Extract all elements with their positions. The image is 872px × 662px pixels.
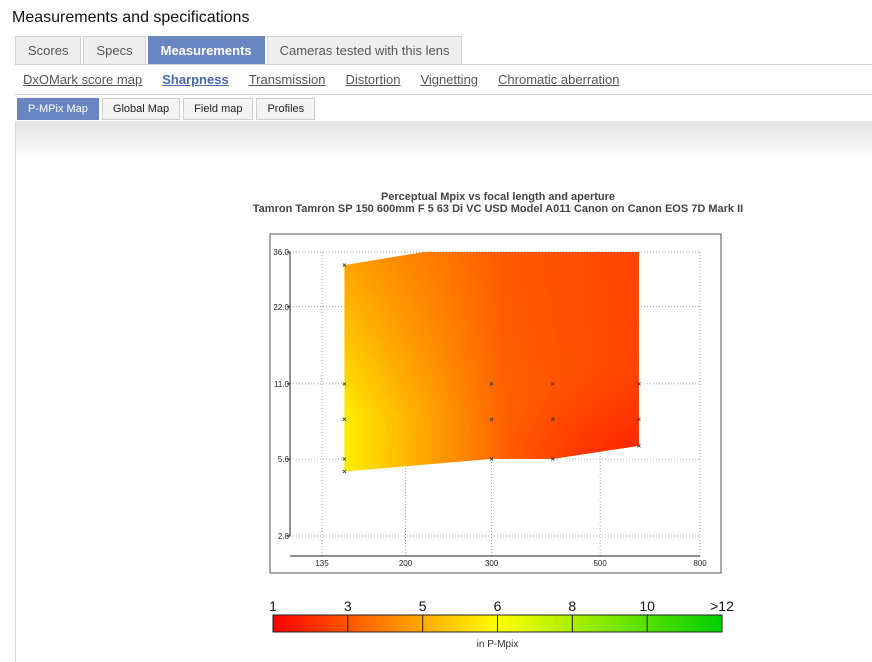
y-tick-label: 2.8 <box>278 532 290 541</box>
x-tick-label: 800 <box>693 559 707 568</box>
pmpix-chart: 135 200 300 500 80036.022.011.05.62.8 135681… <box>269 233 734 650</box>
legend-label: 8 <box>568 598 576 614</box>
x-tick-label: 135 <box>315 559 329 568</box>
x-tick-label: 300 <box>485 559 499 568</box>
y-tick-label: 11.0 <box>274 380 290 389</box>
y-tick-label: 36.0 <box>273 248 289 257</box>
legend-label: 1 <box>269 598 277 614</box>
legend-label: 3 <box>344 598 352 614</box>
y-tick-label: 22.0 <box>273 303 289 312</box>
legend-label: 5 <box>419 598 427 614</box>
legend-label: >12 <box>710 598 734 614</box>
legend-label: 6 <box>494 598 502 614</box>
y-tick-label: 5.6 <box>278 455 290 464</box>
legend-unit: in P-Mpix <box>477 639 519 650</box>
x-tick-label: 500 <box>593 559 607 568</box>
legend-label: 10 <box>639 598 655 614</box>
heatmap-corner <box>344 252 639 472</box>
x-tick-label: 200 <box>399 559 413 568</box>
